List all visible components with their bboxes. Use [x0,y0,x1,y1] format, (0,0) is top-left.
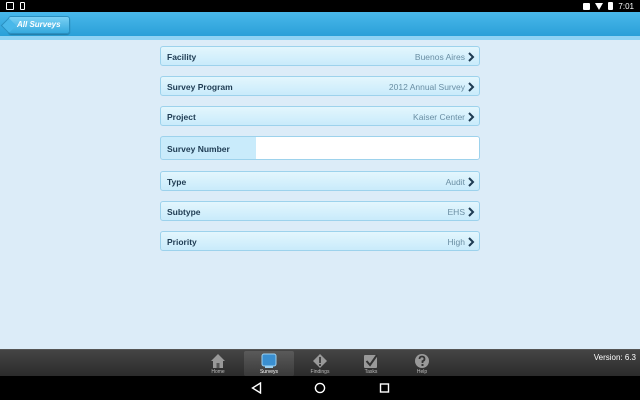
tab-tasks-label: Tasks [364,369,378,375]
tab-findings[interactable]: Findings [295,351,345,376]
facility-value: Buenos Aires [414,52,465,62]
facility-label: Facility [167,52,197,62]
type-row[interactable]: Type Audit [160,171,480,191]
recents-nav-icon[interactable] [379,382,390,394]
project-row[interactable]: Project Kaiser Center [160,106,480,126]
survey-program-value: 2012 Annual Survey [388,82,465,92]
clock: 7:01 [618,1,634,11]
chevron-right-icon [468,177,475,187]
chevron-right-icon [468,237,475,247]
findings-icon [313,354,327,368]
chevron-right-icon [468,112,475,122]
subtype-value: EHS [447,207,465,217]
type-value: Audit [445,177,465,187]
android-nav-bar [0,376,640,400]
priority-row[interactable]: Priority High [160,231,480,251]
tab-surveys-label: Surveys [259,369,279,375]
chevron-right-icon [468,82,475,92]
tab-help-label: Help [416,369,428,375]
tab-home-label: Home [211,369,225,375]
tab-findings-label: Findings [310,369,330,375]
chevron-right-icon [468,52,475,62]
subtype-label: Subtype [167,207,201,217]
home-nav-icon[interactable] [314,382,326,394]
back-button-label: All Surveys [17,20,61,29]
facility-row[interactable]: Facility Buenos Aires [160,46,480,66]
survey-number-row: Survey Number [160,136,480,160]
type-label: Type [167,177,187,187]
tab-help[interactable]: Help [397,351,447,376]
vibrate-icon [583,2,591,10]
phone-notification-icon [20,2,25,10]
status-bar: 7:01 [0,0,640,12]
project-label: Project [167,112,196,122]
tasks-icon [364,354,378,368]
subtype-row[interactable]: Subtype EHS [160,201,480,221]
back-nav-icon[interactable] [251,382,262,394]
tab-home[interactable]: Home [193,351,243,376]
chevron-right-icon [468,207,475,217]
gallery-notification-icon [6,2,14,10]
priority-label: Priority [167,237,197,247]
help-icon [415,354,429,368]
survey-number-label: Survey Number [167,144,230,154]
survey-number-input[interactable] [256,137,479,159]
survey-program-row[interactable]: Survey Program 2012 Annual Survey [160,76,480,96]
tab-surveys[interactable]: Surveys [244,351,294,376]
all-surveys-back-button[interactable]: All Surveys [8,16,70,34]
battery-icon [608,2,614,10]
version-label: Version: 6.3 [593,353,636,362]
surveys-icon [261,353,277,368]
bottom-tab-bar: Home Surveys Findings Tasks Help Version… [0,349,640,376]
wifi-icon [595,2,604,10]
priority-value: High [447,237,465,247]
app-header: All Surveys [0,12,640,40]
project-value: Kaiser Center [413,112,465,122]
survey-program-label: Survey Program [167,82,233,92]
home-icon [211,354,225,368]
tab-tasks[interactable]: Tasks [346,351,396,376]
